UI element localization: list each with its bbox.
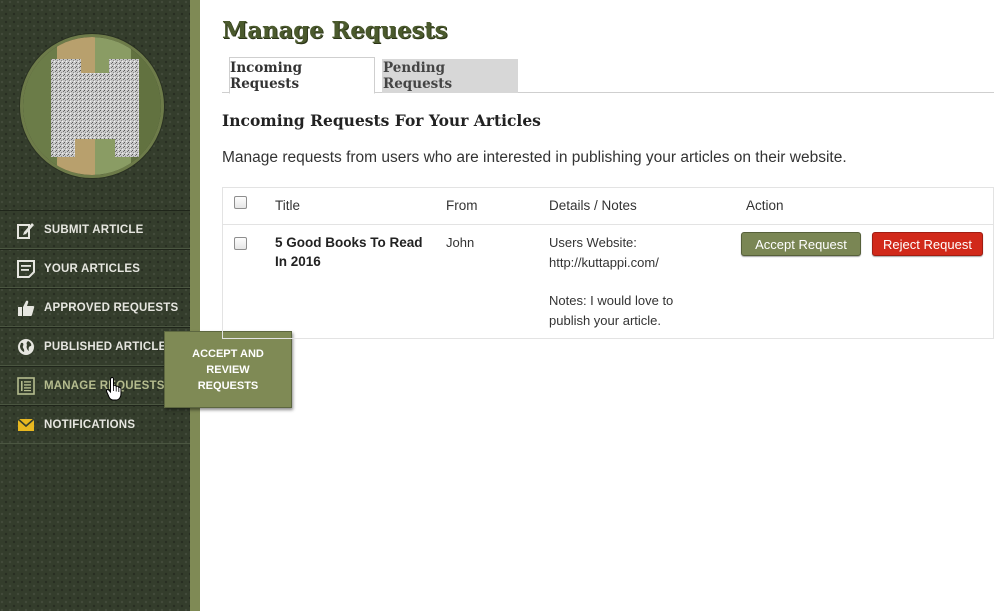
sidebar-item-submit-article[interactable]: SUBMIT ARTICLE xyxy=(0,210,190,249)
logo-m-letter xyxy=(51,59,139,157)
section-description: Manage requests from users who are inter… xyxy=(222,149,847,166)
sidebar-item-label: MANAGE REQUESTS xyxy=(44,379,165,392)
site-logo[interactable] xyxy=(20,34,164,178)
sidebar-item-label: SUBMIT ARTICLE xyxy=(44,223,144,236)
page-title: Manage Requests xyxy=(222,17,448,44)
request-details: Users Website: http://kuttappi.com/ Note… xyxy=(549,233,719,330)
sidebar-item-label: APPROVED REQUESTS xyxy=(44,301,179,314)
row-checkbox[interactable] xyxy=(234,237,247,250)
document-icon xyxy=(16,259,36,279)
column-header-title: Title xyxy=(275,198,301,213)
sidebar-item-label: YOUR ARTICLES xyxy=(44,262,141,275)
requests-table: Title From Details / Notes Action 5 Good… xyxy=(222,187,994,339)
sidebar-item-your-articles[interactable]: YOUR ARTICLES xyxy=(0,249,190,288)
nav-tooltip: ACCEPT AND REVIEW REQUESTS xyxy=(164,331,292,408)
reject-request-button[interactable]: Reject Request xyxy=(872,232,983,256)
hand-cursor-icon xyxy=(106,377,122,401)
accept-request-button[interactable]: Accept Request xyxy=(741,232,861,256)
sidebar-edge xyxy=(190,0,200,611)
edit-icon xyxy=(16,220,36,240)
list-icon xyxy=(16,376,36,396)
website-label: Users Website: xyxy=(549,235,637,250)
thumbs-up-icon xyxy=(16,298,36,318)
column-header-details: Details / Notes xyxy=(549,198,637,213)
website-url[interactable]: http://kuttappi.com/ xyxy=(549,253,719,273)
tab-pending-requests[interactable]: Pending Requests xyxy=(382,59,518,93)
requester-name: John xyxy=(446,235,475,250)
sidebar-item-approved-requests[interactable]: APPROVED REQUESTS xyxy=(0,288,190,327)
globe-icon xyxy=(16,337,36,357)
request-notes: Notes: I would love to publish your arti… xyxy=(549,293,674,328)
table-row: 5 Good Books To Read In 2016 John Users … xyxy=(223,225,993,338)
article-title[interactable]: 5 Good Books To Read In 2016 xyxy=(275,233,425,271)
tab-incoming-requests[interactable]: Incoming Requests xyxy=(229,57,375,94)
sidebar: SUBMIT ARTICLE YOUR ARTICLES APPROVED RE… xyxy=(0,0,190,611)
column-header-from: From xyxy=(446,198,478,213)
sidebar-item-label: NOTIFICATIONS xyxy=(44,418,136,431)
select-all-checkbox[interactable] xyxy=(234,196,247,209)
sidebar-item-published-articles[interactable]: PUBLISHED ARTICLES xyxy=(0,327,190,366)
table-header: Title From Details / Notes Action xyxy=(223,188,993,225)
sidebar-item-label: PUBLISHED ARTICLES xyxy=(44,340,175,353)
sidebar-item-manage-requests[interactable]: MANAGE REQUESTS xyxy=(0,366,190,405)
envelope-icon xyxy=(16,415,36,435)
request-tabs: Incoming Requests Pending Requests xyxy=(222,57,994,94)
sidebar-item-notifications[interactable]: NOTIFICATIONS xyxy=(0,405,190,444)
column-header-action: Action xyxy=(746,198,784,213)
sidebar-nav: SUBMIT ARTICLE YOUR ARTICLES APPROVED RE… xyxy=(0,210,190,444)
section-title: Incoming Requests For Your Articles xyxy=(222,111,541,130)
